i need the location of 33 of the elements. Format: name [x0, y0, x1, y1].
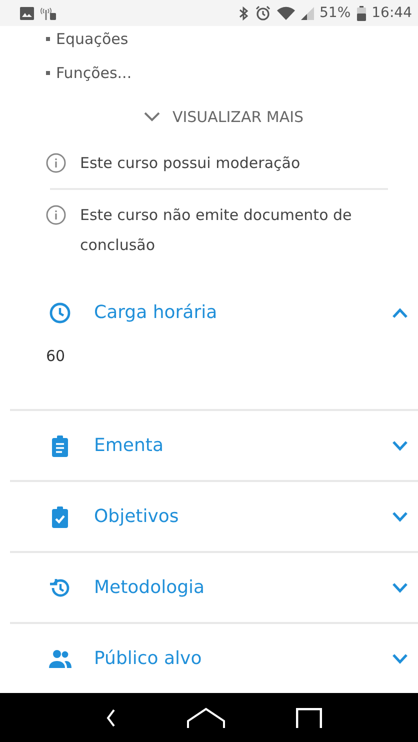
section-content: 60	[46, 347, 66, 365]
show-more-button[interactable]: VISUALIZAR MAIS	[136, 104, 312, 130]
recent-apps-icon	[296, 708, 322, 728]
chevron-down-icon	[392, 654, 408, 664]
clock-time: 16:44	[372, 5, 412, 21]
notice-text: Este curso possui moderação	[80, 153, 300, 174]
notice-text: Este curso não emite documento de conclusão	[80, 205, 353, 256]
info-icon	[46, 153, 66, 173]
home-icon	[186, 707, 225, 729]
clock-icon	[48, 300, 72, 324]
section-header[interactable]: Ementa	[10, 411, 418, 480]
cell-signal-icon	[300, 6, 314, 20]
chevron-down-icon	[392, 440, 408, 450]
section-header[interactable]: Público alvo	[10, 624, 418, 693]
topic-text: Funções...	[56, 64, 132, 82]
chevron-up-icon	[392, 308, 408, 318]
wifi-icon	[276, 6, 295, 20]
battery-percent: 51%	[320, 5, 351, 21]
chevron-down-icon	[392, 512, 408, 522]
signal-tower-icon	[40, 6, 58, 20]
image-icon	[20, 6, 34, 20]
chevron-down-icon	[392, 582, 408, 592]
section-header[interactable]: Carga horária	[10, 278, 418, 347]
alarm-clock-icon	[254, 5, 271, 21]
bullet-icon	[46, 71, 50, 75]
bullet-icon	[46, 37, 50, 41]
topic-text: Equações	[56, 30, 128, 48]
chevron-down-icon	[144, 112, 160, 122]
bluetooth-icon	[238, 6, 249, 20]
battery-icon	[356, 6, 366, 20]
section-header[interactable]: Objetivos	[10, 482, 418, 551]
section-header[interactable]: Metodologia	[10, 553, 418, 622]
info-icon	[46, 205, 66, 225]
